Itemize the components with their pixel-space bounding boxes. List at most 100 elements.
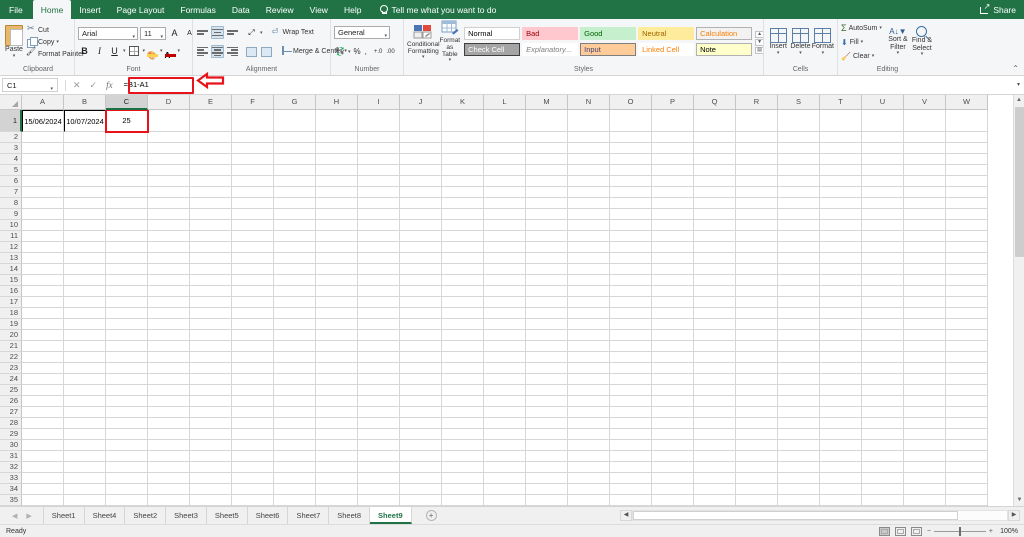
cell-l4[interactable] [484,154,526,166]
cell-i13[interactable] [358,253,400,265]
cell-a10[interactable] [22,220,64,232]
cell-e14[interactable] [190,264,232,276]
cell-p13[interactable] [652,253,694,265]
cell-a8[interactable] [22,198,64,210]
cell-l26[interactable] [484,396,526,408]
cell-k28[interactable] [442,418,484,430]
cell-b2[interactable] [64,132,106,144]
cell-o9[interactable] [610,209,652,221]
cell-q13[interactable] [694,253,736,265]
cell-style-note[interactable]: Note [696,42,753,56]
cell-g31[interactable] [274,451,316,463]
cell-q26[interactable] [694,396,736,408]
formula-input[interactable]: =B1-A1 [119,78,1022,93]
cell-e9[interactable] [190,209,232,221]
cell-m6[interactable] [526,176,568,188]
cell-h17[interactable] [316,297,358,309]
cell-e7[interactable] [190,187,232,199]
cell-t9[interactable] [820,209,862,221]
cell-m7[interactable] [526,187,568,199]
cell-h14[interactable] [316,264,358,276]
cell-w19[interactable] [946,319,988,331]
cell-u10[interactable] [862,220,904,232]
cell-m29[interactable] [526,429,568,441]
cell-l9[interactable] [484,209,526,221]
cell-o22[interactable] [610,352,652,364]
cell-h27[interactable] [316,407,358,419]
cell-v31[interactable] [904,451,946,463]
cell-o14[interactable] [610,264,652,276]
cell-i25[interactable] [358,385,400,397]
cell-d15[interactable] [148,275,190,287]
cell-e35[interactable] [190,495,232,506]
cell-k24[interactable] [442,374,484,386]
cell-d3[interactable] [148,143,190,155]
cell-j10[interactable] [400,220,442,232]
cell-a12[interactable] [22,242,64,254]
cell-w8[interactable] [946,198,988,210]
cell-i6[interactable] [358,176,400,188]
cell-m11[interactable] [526,231,568,243]
cell-b12[interactable] [64,242,106,254]
cell-n11[interactable] [568,231,610,243]
row-header-19[interactable]: 19 [0,319,22,331]
cell-d31[interactable] [148,451,190,463]
cell-i18[interactable] [358,308,400,320]
cell-b23[interactable] [64,363,106,375]
cell-r25[interactable] [736,385,778,397]
cancel-formula-icon[interactable]: ✕ [73,80,81,91]
cell-q19[interactable] [694,319,736,331]
cell-w26[interactable] [946,396,988,408]
cell-h1[interactable] [316,110,358,133]
bold-button[interactable]: B [78,45,91,58]
cell-s32[interactable] [778,462,820,474]
cell-style-normal[interactable]: Normal [464,26,521,40]
cell-g17[interactable] [274,297,316,309]
cell-o4[interactable] [610,154,652,166]
name-box[interactable]: C1 ▾ [2,78,58,93]
cell-m4[interactable] [526,154,568,166]
cell-c21[interactable] [106,341,148,353]
cell-q16[interactable] [694,286,736,298]
cell-v23[interactable] [904,363,946,375]
cell-l27[interactable] [484,407,526,419]
cell-c5[interactable] [106,165,148,177]
cell-c15[interactable] [106,275,148,287]
cell-u32[interactable] [862,462,904,474]
cell-u24[interactable] [862,374,904,386]
cell-f25[interactable] [232,385,274,397]
cell-w10[interactable] [946,220,988,232]
tell-me-box[interactable]: Tell me what you want to do [369,0,496,19]
sheet-tab-sheet5[interactable]: Sheet5 [207,507,248,524]
cell-f12[interactable] [232,242,274,254]
cell-i10[interactable] [358,220,400,232]
cell-t10[interactable] [820,220,862,232]
cell-f33[interactable] [232,473,274,485]
cell-c32[interactable] [106,462,148,474]
cell-a31[interactable] [22,451,64,463]
row-header-32[interactable]: 32 [0,462,22,474]
cell-n21[interactable] [568,341,610,353]
cell-e3[interactable] [190,143,232,155]
cell-u6[interactable] [862,176,904,188]
cell-e2[interactable] [190,132,232,144]
cell-b14[interactable] [64,264,106,276]
cell-p35[interactable] [652,495,694,506]
cell-v14[interactable] [904,264,946,276]
cell-o5[interactable] [610,165,652,177]
cell-w32[interactable] [946,462,988,474]
cell-d12[interactable] [148,242,190,254]
find-select-button[interactable]: Find & Select ▾ [910,26,934,58]
cell-i9[interactable] [358,209,400,221]
cell-b26[interactable] [64,396,106,408]
cell-s24[interactable] [778,374,820,386]
cell-o34[interactable] [610,484,652,496]
column-header-l[interactable]: L [484,95,526,111]
cell-t3[interactable] [820,143,862,155]
cell-c6[interactable] [106,176,148,188]
cell-g3[interactable] [274,143,316,155]
cell-b15[interactable] [64,275,106,287]
cell-e15[interactable] [190,275,232,287]
cell-f32[interactable] [232,462,274,474]
cell-k3[interactable] [442,143,484,155]
